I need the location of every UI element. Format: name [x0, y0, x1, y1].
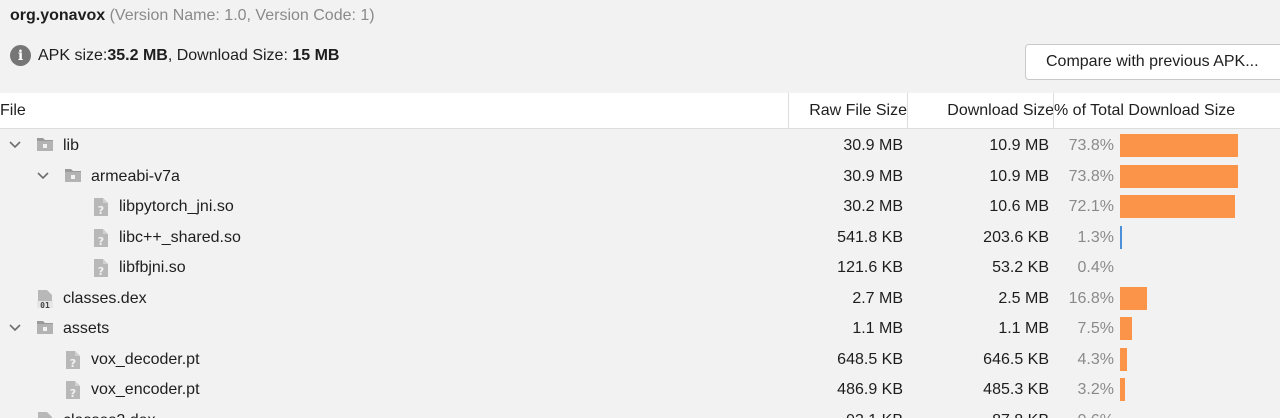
- table-row[interactable]: armeabi-v7a 30.9 MB 10.9 MB 73.8%: [0, 161, 1280, 192]
- row-file-name: assets: [63, 320, 110, 337]
- percent-bar: [1120, 195, 1236, 218]
- table-row[interactable]: assets 1.1 MB 1.1 MB 7.5%: [0, 313, 1280, 344]
- row-file-name: libc++_shared.so: [119, 228, 241, 246]
- table-row[interactable]: 01 classes2.dex 93.1 KB 87.8 KB 0.6%: [0, 405, 1280, 418]
- unknown-file-icon: ?: [92, 197, 110, 217]
- row-percent: 4.3%: [1077, 350, 1114, 368]
- row-download-size: 10.9 MB: [989, 167, 1049, 185]
- row-download-size: 485.3 KB: [983, 381, 1049, 398]
- percent-bar: [1120, 134, 1239, 157]
- download-size-label: , Download Size:: [167, 46, 293, 64]
- row-percent: 3.2%: [1077, 381, 1114, 398]
- svg-text:?: ?: [98, 265, 104, 278]
- chevron-down-icon[interactable]: [36, 161, 50, 191]
- size-info: i APK size: 35.2 MB , Download Size: 15 …: [10, 45, 339, 66]
- column-header-download-size[interactable]: Download Size: [908, 93, 1054, 129]
- chevron-down-icon[interactable]: [8, 313, 22, 343]
- row-raw-size: 30.9 MB: [843, 167, 903, 185]
- row-percent: 72.1%: [1068, 198, 1114, 215]
- svg-text:?: ?: [98, 204, 104, 217]
- row-download-size: 87.8 KB: [908, 405, 1049, 418]
- row-percent: 16.8%: [1068, 289, 1114, 307]
- download-size-value: 15 MB: [292, 46, 340, 64]
- percent-bar: [1120, 164, 1239, 188]
- row-raw-size: 541.8 KB: [837, 228, 903, 246]
- row-raw-size: 1.1 MB: [852, 320, 903, 337]
- dex-file-icon: 01: [36, 289, 54, 310]
- row-file-name: classes2.dex: [63, 405, 156, 418]
- column-header-percent[interactable]: % of Total Download Size: [1054, 93, 1235, 129]
- apk-title: org.yonavox (Version Name: 1.0, Version …: [10, 7, 375, 25]
- row-file-name: vox_encoder.pt: [91, 381, 200, 398]
- row-file-name: armeabi-v7a: [91, 167, 180, 185]
- info-icon: i: [10, 45, 31, 66]
- percent-bar: [1120, 225, 1122, 249]
- row-file-name: classes.dex: [63, 289, 147, 307]
- svg-text:?: ?: [70, 357, 76, 370]
- row-download-size: 646.5 KB: [983, 350, 1049, 368]
- unknown-file-icon: ?: [92, 228, 110, 248]
- row-download-size: 53.2 KB: [992, 259, 1049, 276]
- table-row[interactable]: ? vox_encoder.pt 486.9 KB 485.3 KB 3.2%: [0, 374, 1280, 405]
- table-row[interactable]: ? vox_decoder.pt 648.5 KB 646.5 KB 4.3%: [0, 344, 1280, 375]
- percent-bar: [1120, 378, 1126, 401]
- row-file-name: lib: [63, 137, 80, 154]
- row-percent: 1.3%: [1077, 228, 1114, 246]
- row-percent: 0.4%: [1077, 259, 1114, 276]
- row-download-size: 2.5 MB: [998, 289, 1049, 307]
- apk-size-value: 35.2 MB: [107, 46, 168, 64]
- folder-icon: [36, 319, 54, 337]
- table-row[interactable]: ? libpytorch_jni.so 30.2 MB 10.6 MB 72.1%: [0, 191, 1280, 222]
- apk-size-label: APK size:: [38, 46, 108, 64]
- table-row[interactable]: lib 30.9 MB 10.9 MB 73.8%: [0, 130, 1280, 161]
- row-raw-size: 121.6 KB: [837, 259, 903, 276]
- row-download-size: 203.6 KB: [983, 228, 1049, 246]
- row-file-name: libfbjni.so: [119, 259, 186, 276]
- percent-bar: [1120, 347, 1127, 371]
- table-row[interactable]: ? libfbjni.so 121.6 KB 53.2 KB 0.4%: [0, 252, 1280, 283]
- row-raw-size: 30.9 MB: [843, 137, 903, 154]
- row-download-size: 1.1 MB: [998, 320, 1049, 337]
- column-header-file[interactable]: File: [0, 93, 26, 129]
- row-percent: 7.5%: [1077, 320, 1114, 337]
- version-info: (Version Name: 1.0, Version Code: 1): [105, 7, 375, 24]
- table-row[interactable]: 01 classes.dex 2.7 MB 2.5 MB 16.8%: [0, 283, 1280, 314]
- folder-icon: [64, 167, 82, 185]
- chevron-down-icon[interactable]: [8, 130, 22, 160]
- row-raw-size: 486.9 KB: [837, 381, 903, 398]
- table-row[interactable]: ? libc++_shared.so 541.8 KB 203.6 KB 1.3%: [0, 222, 1280, 253]
- row-raw-size: 648.5 KB: [837, 350, 903, 368]
- percent-bar: [1120, 317, 1132, 340]
- svg-text:?: ?: [70, 387, 76, 400]
- row-percent: 73.8%: [1068, 167, 1114, 185]
- row-download-size: 10.9 MB: [989, 137, 1049, 154]
- folder-icon: [36, 136, 54, 154]
- unknown-file-icon: ?: [64, 350, 82, 370]
- svg-text:?: ?: [98, 235, 104, 248]
- row-raw-size: 30.2 MB: [843, 198, 903, 215]
- row-file-name: vox_decoder.pt: [91, 350, 200, 368]
- compare-with-previous-apk-button[interactable]: Compare with previous APK...: [1025, 44, 1280, 80]
- row-download-size: 10.6 MB: [989, 198, 1049, 215]
- apk-summary-header: org.yonavox (Version Name: 1.0, Version …: [0, 0, 1280, 92]
- table-header: File Raw File Size Download Size % of To…: [0, 93, 1280, 129]
- unknown-file-icon: ?: [92, 258, 110, 278]
- svg-text:01: 01: [40, 301, 50, 309]
- row-raw-size: 2.7 MB: [852, 289, 903, 307]
- column-header-raw-size[interactable]: Raw File Size: [789, 93, 907, 129]
- row-percent: 0.6%: [1058, 405, 1114, 418]
- package-name: org.yonavox: [10, 7, 106, 24]
- row-percent: 73.8%: [1068, 137, 1114, 154]
- percent-bar: [1120, 286, 1147, 310]
- file-tree-table: lib 30.9 MB 10.9 MB 73.8% armeabi-v7a 30.9 MB…: [0, 130, 1280, 418]
- row-raw-size: 93.1 KB: [789, 405, 903, 418]
- row-file-name: libpytorch_jni.so: [119, 198, 234, 215]
- unknown-file-icon: ?: [64, 380, 82, 400]
- dex-file-icon: 01: [36, 411, 54, 418]
